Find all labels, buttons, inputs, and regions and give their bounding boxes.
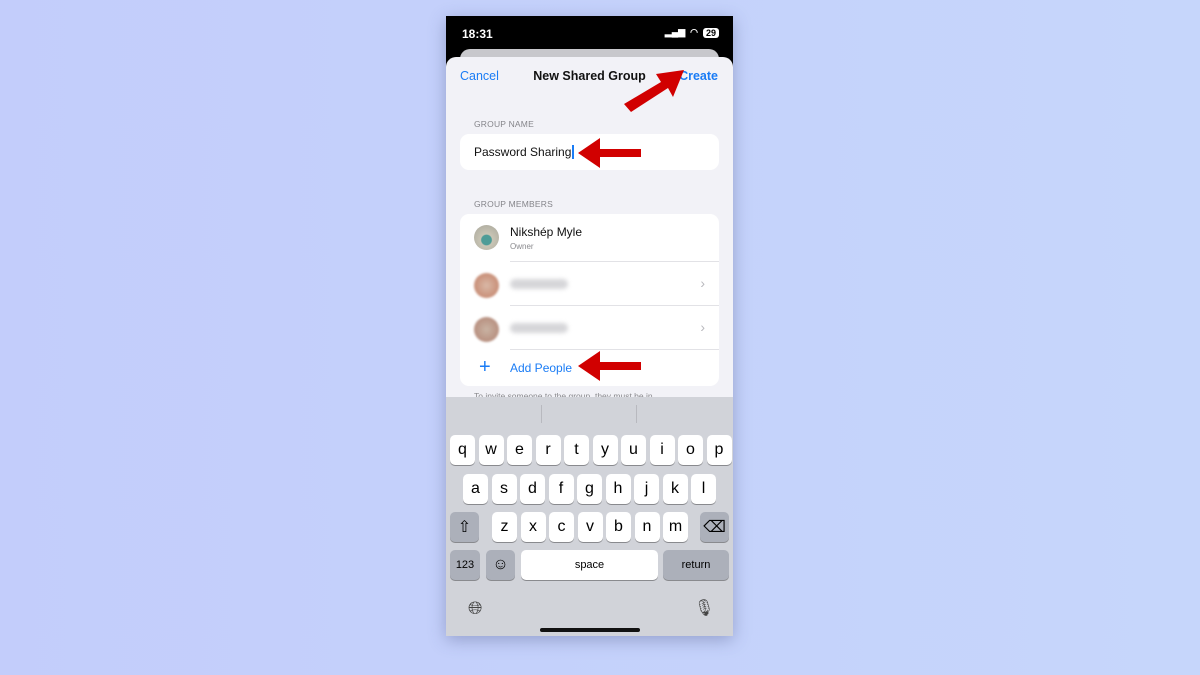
numbers-key[interactable]: 123 (450, 550, 480, 580)
signal-icon: ▂▄▆ (664, 27, 686, 37)
group-name-label: GROUP NAME (474, 119, 534, 129)
cancel-button[interactable]: Cancel (460, 69, 499, 83)
member-name: Nikshép Myle (510, 225, 583, 239)
chevron-right-icon: › (700, 319, 705, 335)
key-c[interactable]: c (549, 512, 574, 542)
avatar (474, 273, 499, 298)
key-p[interactable]: p (706, 435, 732, 465)
key-b[interactable]: b (606, 512, 631, 542)
group-name-input[interactable]: Password Sharing (460, 134, 719, 170)
key-z[interactable]: z (492, 512, 517, 542)
key-j[interactable]: j (634, 474, 659, 504)
members-list: Nikshép Myle Owner › › + Add People (460, 214, 719, 386)
group-name-value: Password Sharing (474, 145, 572, 159)
key-e[interactable]: e (507, 435, 532, 465)
key-n[interactable]: n (634, 512, 660, 542)
add-people-label: Add People (510, 361, 573, 375)
battery-icon: 29 (702, 27, 719, 38)
key-r[interactable]: r (535, 435, 561, 465)
avatar (474, 317, 499, 342)
key-h[interactable]: h (605, 474, 631, 504)
key-w[interactable]: w (478, 435, 504, 465)
phone-screen: 18:31 ▂▄▆ ◠ 29 New Shared Group Cancel Cre… (446, 16, 733, 636)
blurred-name (510, 323, 568, 333)
key-t[interactable]: t (564, 435, 589, 465)
key-f[interactable]: f (548, 474, 574, 504)
create-button[interactable]: Create (679, 69, 718, 83)
key-a[interactable]: a (463, 474, 488, 504)
key-g[interactable]: g (577, 474, 602, 504)
member-owner: Nikshép Myle Owner (460, 214, 719, 262)
chevron-right-icon: › (700, 275, 705, 291)
key-d[interactable]: d (520, 474, 545, 504)
backspace-key[interactable]: ⌫ (700, 512, 729, 542)
key-k[interactable]: k (662, 474, 688, 504)
text-caret (572, 145, 575, 159)
emoji-key[interactable]: ☺ (486, 550, 515, 580)
key-q[interactable]: q (450, 435, 475, 465)
key-y[interactable]: y (592, 435, 618, 465)
microphone-icon[interactable]: 🎙︎ (694, 598, 714, 618)
key-v[interactable]: v (577, 512, 603, 542)
return-key[interactable]: return (663, 550, 729, 580)
member-row[interactable]: › (460, 262, 719, 306)
member-role: Owner (510, 242, 534, 251)
home-indicator (540, 628, 640, 632)
key-m[interactable]: m (663, 512, 688, 542)
add-people-button[interactable]: + Add People (460, 350, 719, 386)
status-time: 18:31 (462, 27, 493, 41)
avatar (474, 225, 499, 250)
key-u[interactable]: u (621, 435, 646, 465)
space-key[interactable]: space (521, 550, 658, 580)
blurred-name (510, 279, 568, 289)
keyboard: ⇧ ⌫ 123 ☺ space return 🌐︎ 🎙︎ qwertyuiop a… (446, 397, 733, 636)
globe-icon[interactable]: 🌐︎ (468, 598, 482, 619)
wifi-icon: ◠ (690, 27, 698, 37)
plus-icon: + (479, 356, 491, 378)
shift-key[interactable]: ⇧ (450, 512, 479, 542)
key-x[interactable]: x (520, 512, 546, 542)
key-o[interactable]: o (678, 435, 703, 465)
group-members-label: GROUP MEMBERS (474, 199, 553, 209)
key-s[interactable]: s (491, 474, 517, 504)
key-i[interactable]: i (649, 435, 675, 465)
member-row[interactable]: › (460, 306, 719, 350)
key-l[interactable]: l (691, 474, 716, 504)
